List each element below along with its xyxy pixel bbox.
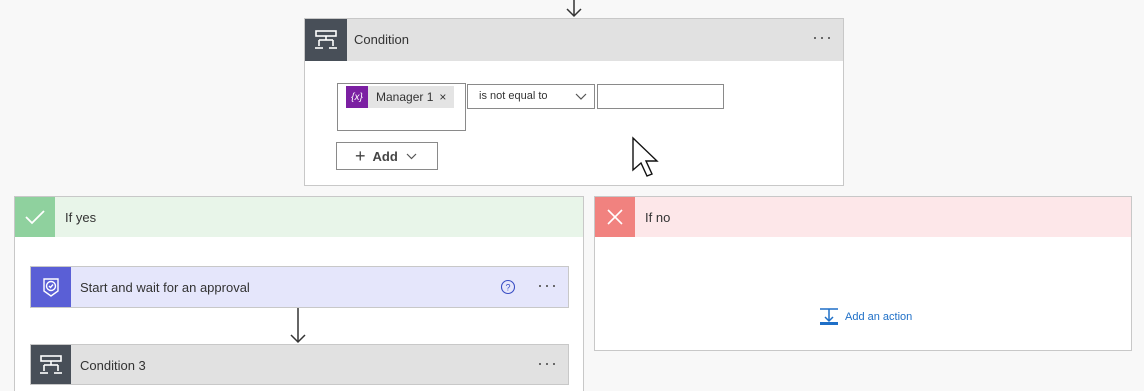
if-no-header[interactable]: If no [595,197,1131,237]
approval-action-title: Start and wait for an approval [80,280,250,295]
mouse-cursor-icon [631,136,659,178]
plus-icon: + [355,145,366,166]
add-condition-button[interactable]: + Add [336,142,438,170]
chevron-down-icon [575,91,587,101]
approval-icon [31,267,71,307]
condition-3-more-options-button[interactable]: ··· [537,354,558,372]
approval-more-options-button[interactable]: ··· [537,276,558,294]
condition-icon [31,345,71,384]
add-an-action-label: Add an action [845,311,913,323]
if-yes-title: If yes [65,210,97,225]
connector-arrow-icon [562,0,586,18]
operator-selected-value: is not equal to [479,90,548,102]
svg-text:?: ? [505,283,510,293]
condition-3-card[interactable]: Condition 3 ··· [30,344,569,385]
token-remove-button[interactable]: × [439,90,446,104]
condition-icon [305,19,347,61]
checkmark-icon [15,197,55,237]
add-an-action-link[interactable]: Add an action [819,307,912,327]
condition-3-title: Condition 3 [80,358,146,373]
if-no-title: If no [645,210,671,225]
condition-more-options-button[interactable]: ··· [812,28,833,46]
question-circle-icon[interactable]: ? [500,279,516,295]
condition-title: Condition [354,32,409,47]
if-yes-header[interactable]: If yes [15,197,583,237]
token-label: Manager 1 [376,90,434,104]
close-icon [595,197,635,237]
value-input[interactable] [598,85,723,108]
connector-arrow-icon [288,308,308,344]
if-no-branch: If no Add an action [594,196,1132,351]
condition-left-operand-field[interactable]: {x} Manager 1 × [337,83,466,131]
add-button-label: Add [372,148,398,164]
chevron-down-icon [406,152,417,160]
condition-header[interactable]: Condition ··· [305,19,843,61]
dynamic-content-token[interactable]: {x} Manager 1 × [346,86,455,108]
operator-dropdown[interactable]: is not equal to [467,84,595,109]
variable-icon: {x} [346,86,368,108]
approval-action-card[interactable]: Start and wait for an approval ? ··· [30,266,569,308]
condition-card: Condition ··· {x} Manager 1 × is not equ… [304,18,844,186]
condition-right-operand-field[interactable] [597,84,724,109]
add-action-icon [819,307,839,327]
